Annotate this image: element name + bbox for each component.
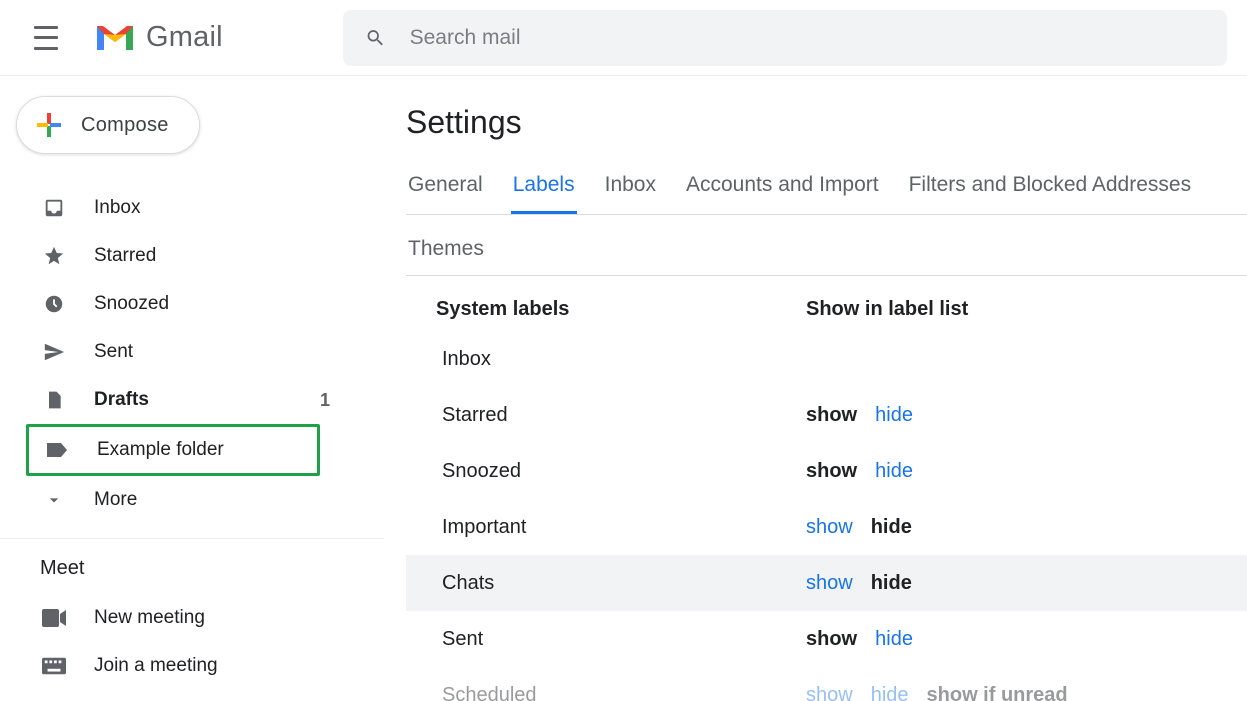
sidebar-item-label: Drafts — [94, 389, 320, 411]
drafts-count: 1 — [320, 390, 330, 411]
settings-tabs: General Labels Inbox Accounts and Import… — [406, 161, 1247, 215]
tab-filters-blocked[interactable]: Filters and Blocked Addresses — [907, 161, 1193, 214]
label-row-inbox: Inbox — [406, 331, 1247, 387]
tab-labels[interactable]: Labels — [511, 161, 577, 214]
sidebar-item-label: Inbox — [94, 197, 366, 219]
settings-tabs-row2: Themes — [406, 225, 1247, 276]
hide-link[interactable]: hide — [875, 628, 913, 651]
search-icon — [365, 27, 386, 49]
app-name: Gmail — [146, 21, 223, 54]
sidebar-item-more[interactable]: More — [0, 476, 384, 524]
tab-accounts-import[interactable]: Accounts and Import — [684, 161, 881, 214]
col-show-in-list: Show in label list — [806, 298, 1066, 321]
compose-plus-icon — [35, 111, 63, 139]
system-labels-table: System labels Show in label list Inbox S… — [406, 280, 1247, 701]
file-icon — [42, 388, 66, 412]
hide-link[interactable]: hide — [871, 572, 912, 595]
nav-folders: Inbox Starred Snoozed Sent — [0, 184, 384, 524]
hide-link[interactable]: hide — [875, 404, 913, 427]
label-name: Sent — [442, 628, 806, 651]
show-link[interactable]: show — [806, 516, 853, 539]
show-link[interactable]: show — [806, 460, 857, 483]
tab-general[interactable]: General — [406, 161, 485, 214]
label-name: Snoozed — [442, 460, 806, 483]
label-name: Important — [442, 516, 806, 539]
label-row-sent: Sent show hide — [406, 611, 1247, 667]
label-row-important: Important show hide — [406, 499, 1247, 555]
inbox-icon — [42, 196, 66, 220]
show-if-unread-link[interactable]: show if unread — [927, 684, 1068, 701]
show-link[interactable]: show — [806, 684, 853, 701]
hide-link[interactable]: hide — [875, 460, 913, 483]
sidebar-item-label: Example folder — [97, 439, 299, 461]
sidebar: Compose Inbox Starred Snoozed — [0, 76, 384, 701]
meet-item-label: New meeting — [94, 607, 366, 629]
menu-icon[interactable] — [34, 26, 58, 50]
sidebar-item-sent[interactable]: Sent — [0, 328, 384, 376]
search-input[interactable] — [408, 25, 1205, 51]
col-system-labels: System labels — [436, 298, 806, 321]
label-name: Scheduled — [442, 684, 806, 701]
sidebar-item-label: Sent — [94, 341, 366, 363]
send-icon — [42, 340, 66, 364]
hide-link[interactable]: hide — [871, 684, 909, 701]
label-row-starred: Starred show hide — [406, 387, 1247, 443]
header: Gmail — [0, 0, 1247, 76]
gmail-logo[interactable]: Gmail — [94, 21, 223, 54]
show-link[interactable]: show — [806, 628, 857, 651]
sidebar-item-snoozed[interactable]: Snoozed — [0, 280, 384, 328]
table-header: System labels Show in label list — [406, 280, 1247, 331]
sidebar-item-label: Snoozed — [94, 293, 366, 315]
search-bar[interactable] — [343, 10, 1227, 66]
meet-join-meeting[interactable]: Join a meeting — [0, 642, 384, 690]
label-name: Chats — [442, 572, 806, 595]
sidebar-item-starred[interactable]: Starred — [0, 232, 384, 280]
tab-themes[interactable]: Themes — [406, 225, 486, 275]
label-row-chats: Chats show hide — [406, 555, 1247, 611]
meet-section-title: Meet — [0, 538, 384, 594]
label-name: Inbox — [442, 348, 806, 371]
compose-button[interactable]: Compose — [16, 96, 200, 154]
tab-inbox[interactable]: Inbox — [603, 161, 658, 214]
show-link[interactable]: show — [806, 572, 853, 595]
sidebar-item-label: More — [94, 489, 366, 511]
video-icon — [42, 606, 66, 630]
clock-icon — [42, 292, 66, 316]
highlighted-folder-box: Example folder — [26, 424, 320, 476]
page-title: Settings — [406, 104, 1247, 141]
main-content: Settings General Labels Inbox Accounts a… — [384, 76, 1247, 701]
sidebar-item-drafts[interactable]: Drafts 1 — [0, 376, 384, 424]
sidebar-item-label: Starred — [94, 245, 366, 267]
star-icon — [42, 244, 66, 268]
label-row-snoozed: Snoozed show hide — [406, 443, 1247, 499]
show-link[interactable]: show — [806, 404, 857, 427]
sidebar-item-inbox[interactable]: Inbox — [0, 184, 384, 232]
label-row-scheduled: Scheduled show hide show if unread — [406, 667, 1247, 701]
hide-link[interactable]: hide — [871, 516, 912, 539]
sidebar-item-example-folder[interactable]: Example folder — [29, 427, 317, 473]
gmail-logo-icon — [94, 22, 136, 54]
meet-new-meeting[interactable]: New meeting — [0, 594, 384, 642]
keyboard-icon — [42, 654, 66, 678]
chevron-down-icon — [42, 488, 66, 512]
compose-label: Compose — [81, 114, 169, 137]
meet-item-label: Join a meeting — [94, 655, 366, 677]
label-icon — [45, 438, 69, 462]
label-name: Starred — [442, 404, 806, 427]
